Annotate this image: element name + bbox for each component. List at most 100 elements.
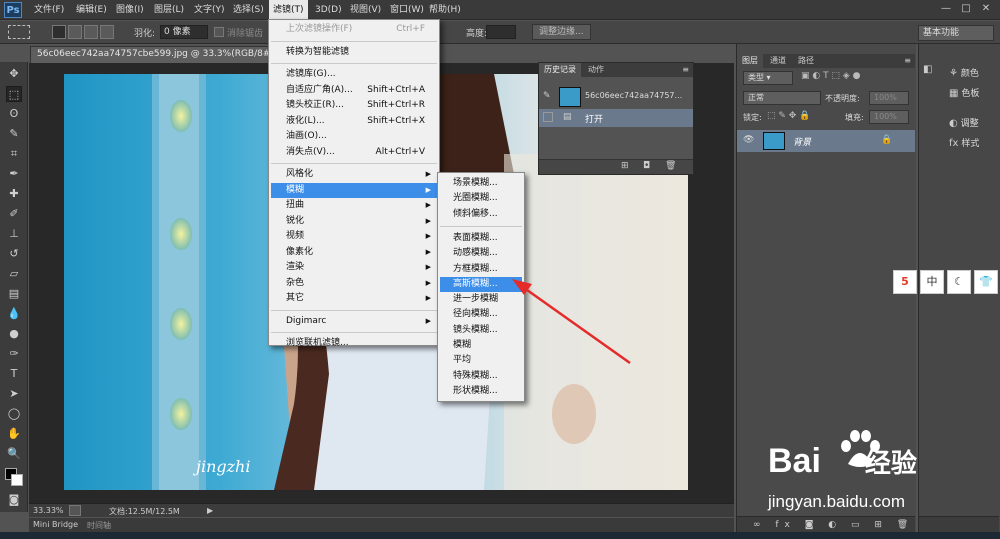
dock-item-swatches[interactable]: ▦ 色板 — [949, 86, 979, 99]
filter-menu-item[interactable]: 像素化 ▶ — [271, 245, 437, 260]
filter-menu-item[interactable]: 液化(L)... Shift+Ctrl+X — [271, 114, 437, 129]
ime-moon-icon[interactable]: ☾ — [947, 270, 971, 294]
rect-marquee-tool-icon[interactable]: ⬚ — [6, 86, 22, 102]
dock-toggle-icon[interactable]: ◧ — [923, 64, 932, 75]
menu-edit[interactable]: 编辑(E) — [72, 0, 111, 20]
eyedropper-tool-icon[interactable]: ✒ — [6, 166, 22, 182]
menu-help[interactable]: 帮助(H) — [425, 0, 465, 20]
minimize-icon[interactable]: — — [938, 2, 954, 16]
filter-menu-item[interactable]: 上次滤镜操作(F) Ctrl+F — [271, 22, 437, 37]
intersect-selection-icon[interactable] — [100, 25, 114, 39]
lasso-tool-icon[interactable]: ʘ — [6, 106, 22, 122]
filter-menu-item[interactable]: 渲染 ▶ — [271, 260, 437, 275]
dodge-tool-icon[interactable]: ● — [6, 326, 22, 342]
ime-chinese-toggle[interactable]: 中 — [920, 270, 944, 294]
refine-edge-button[interactable]: 调整边缘... — [532, 24, 591, 40]
tab-actions[interactable]: 动作 — [583, 63, 609, 77]
menu-layer[interactable]: 图层(L) — [150, 0, 188, 20]
blur-menu-item[interactable]: 场景模糊... — [440, 176, 522, 191]
filter-menu-item[interactable]: 其它 ▶ — [271, 291, 437, 306]
blur-menu-item[interactable]: 光圈模糊... — [440, 191, 522, 206]
layer-filter-icons[interactable]: ▣ ◐ T ⬚ ◈ ● — [801, 71, 911, 85]
filter-menu-item[interactable]: Digimarc ▶ — [271, 314, 437, 329]
history-brush-tool-icon[interactable]: ↺ — [6, 246, 22, 262]
blur-menu-item[interactable]: 表面模糊... — [440, 231, 522, 246]
eraser-tool-icon[interactable]: ▱ — [6, 266, 22, 282]
menu-filter[interactable]: 滤镜(T) — [269, 0, 308, 20]
healing-tool-icon[interactable]: ✚ — [6, 186, 22, 202]
close-icon[interactable]: ✕ — [978, 2, 994, 16]
menu-3d[interactable]: 3D(D) — [311, 0, 346, 20]
filter-menu-item[interactable]: 油画(O)... — [271, 129, 437, 144]
tab-mini-bridge[interactable]: Mini Bridge — [33, 520, 78, 529]
panel-menu-icon[interactable]: ≡ — [682, 65, 689, 74]
type-tool-icon[interactable]: T — [6, 366, 22, 382]
marquee-tool-icon[interactable] — [8, 25, 30, 39]
status-icon[interactable] — [69, 505, 81, 516]
antialias-checkbox[interactable] — [214, 27, 224, 37]
hand-tool-icon[interactable]: ✋ — [6, 426, 22, 442]
tab-paths[interactable]: 路径 — [793, 54, 819, 68]
visibility-eye-icon[interactable]: 👁 — [743, 135, 754, 145]
tab-timeline[interactable]: 时间轴 — [87, 520, 111, 531]
blur-menu-item[interactable]: 倾斜偏移... — [440, 207, 522, 222]
brush-tool-icon[interactable]: ✐ — [6, 206, 22, 222]
trash-icon[interactable]: 🗑 — [665, 161, 676, 171]
dock-item-styles[interactable]: fx 样式 — [949, 136, 979, 149]
subtract-selection-icon[interactable] — [84, 25, 98, 39]
shape-tool-icon[interactable]: ◯ — [6, 406, 22, 422]
new-selection-icon[interactable] — [52, 25, 66, 39]
add-selection-icon[interactable] — [68, 25, 82, 39]
menu-image[interactable]: 图像(I) — [112, 0, 148, 20]
blur-tool-icon[interactable]: 💧 — [6, 306, 22, 322]
ime-skin-icon[interactable]: 👕 — [974, 270, 998, 294]
menu-view[interactable]: 视图(V) — [346, 0, 385, 20]
feather-input[interactable]: 0 像素 — [160, 25, 208, 39]
new-document-icon[interactable]: ⊞ — [621, 161, 629, 171]
ime-sogou-icon[interactable]: 5 — [893, 270, 917, 294]
filter-menu-item[interactable]: 滤镜库(G)... — [271, 67, 437, 82]
height-input[interactable] — [486, 25, 516, 39]
tab-channels[interactable]: 通道 — [765, 54, 791, 68]
zoom-level[interactable]: 33.33% — [33, 506, 64, 515]
restore-icon[interactable]: □ — [958, 2, 974, 16]
blend-mode-dropdown[interactable]: 正常 — [743, 91, 821, 105]
tab-history[interactable]: 历史记录 — [539, 63, 581, 77]
filter-menu-item[interactable]: 转换为智能滤镜 — [271, 45, 437, 60]
filter-menu-item[interactable]: 扭曲 ▶ — [271, 198, 437, 213]
lock-icons[interactable]: ⬚ ✎ ✥ 🔒 — [767, 111, 810, 121]
status-arrow-icon[interactable]: ▶ — [207, 506, 213, 515]
stamp-tool-icon[interactable]: ⊥ — [6, 226, 22, 242]
document-tab[interactable]: 56c06eec742aa74757cbe599.jpg @ 33.3%(RGB… — [30, 46, 302, 63]
dock-item-color[interactable]: ⚘ 颜色 — [949, 66, 979, 79]
history-snapshot[interactable]: ✎ 56c06eec742aa74757... — [539, 85, 693, 109]
dock-item-adjustments[interactable]: ◐ 调整 — [949, 116, 979, 129]
path-select-tool-icon[interactable]: ➤ — [6, 386, 22, 402]
tab-layers[interactable]: 图层 — [737, 54, 763, 68]
workspace-dropdown[interactable]: 基本功能 — [918, 25, 994, 41]
panel-menu-icon[interactable]: ≡ — [904, 56, 911, 65]
layer-row-background[interactable]: 👁 背景 🔒 — [737, 130, 915, 152]
menu-type[interactable]: 文字(Y) — [190, 0, 229, 20]
filter-menu-item[interactable]: 模糊 ▶ — [271, 182, 437, 198]
pen-tool-icon[interactable]: ✑ — [6, 346, 22, 362]
filter-menu-item[interactable]: 杂色 ▶ — [271, 276, 437, 291]
blur-menu-item[interactable]: 特殊模糊... — [440, 369, 522, 384]
camera-icon[interactable]: ◘ — [643, 161, 650, 171]
move-tool-icon[interactable]: ✥ — [6, 66, 22, 82]
filter-menu-item[interactable]: 视频 ▶ — [271, 229, 437, 244]
layer-kind-filter[interactable]: 类型 ▾ — [743, 71, 793, 85]
filter-menu-item[interactable]: 自适应广角(A)... Shift+Ctrl+A — [271, 83, 437, 98]
blur-menu-item[interactable]: 动感模糊... — [440, 246, 522, 261]
quick-select-tool-icon[interactable]: ✎ — [6, 126, 22, 142]
zoom-tool-icon[interactable]: 🔍 — [6, 446, 22, 462]
blur-menu-item[interactable]: 形状模糊... — [440, 384, 522, 399]
fill-input[interactable]: 100% — [869, 110, 909, 124]
menu-window[interactable]: 窗口(W) — [386, 0, 428, 20]
quick-mask-icon[interactable]: ◙ — [6, 492, 22, 508]
gradient-tool-icon[interactable]: ▤ — [6, 286, 22, 302]
filter-menu-item[interactable]: 锐化 ▶ — [271, 214, 437, 229]
opacity-input[interactable]: 100% — [869, 91, 909, 105]
filter-menu-item[interactable]: 浏览联机滤镜... — [271, 336, 437, 351]
crop-tool-icon[interactable]: ⌗ — [6, 146, 22, 162]
